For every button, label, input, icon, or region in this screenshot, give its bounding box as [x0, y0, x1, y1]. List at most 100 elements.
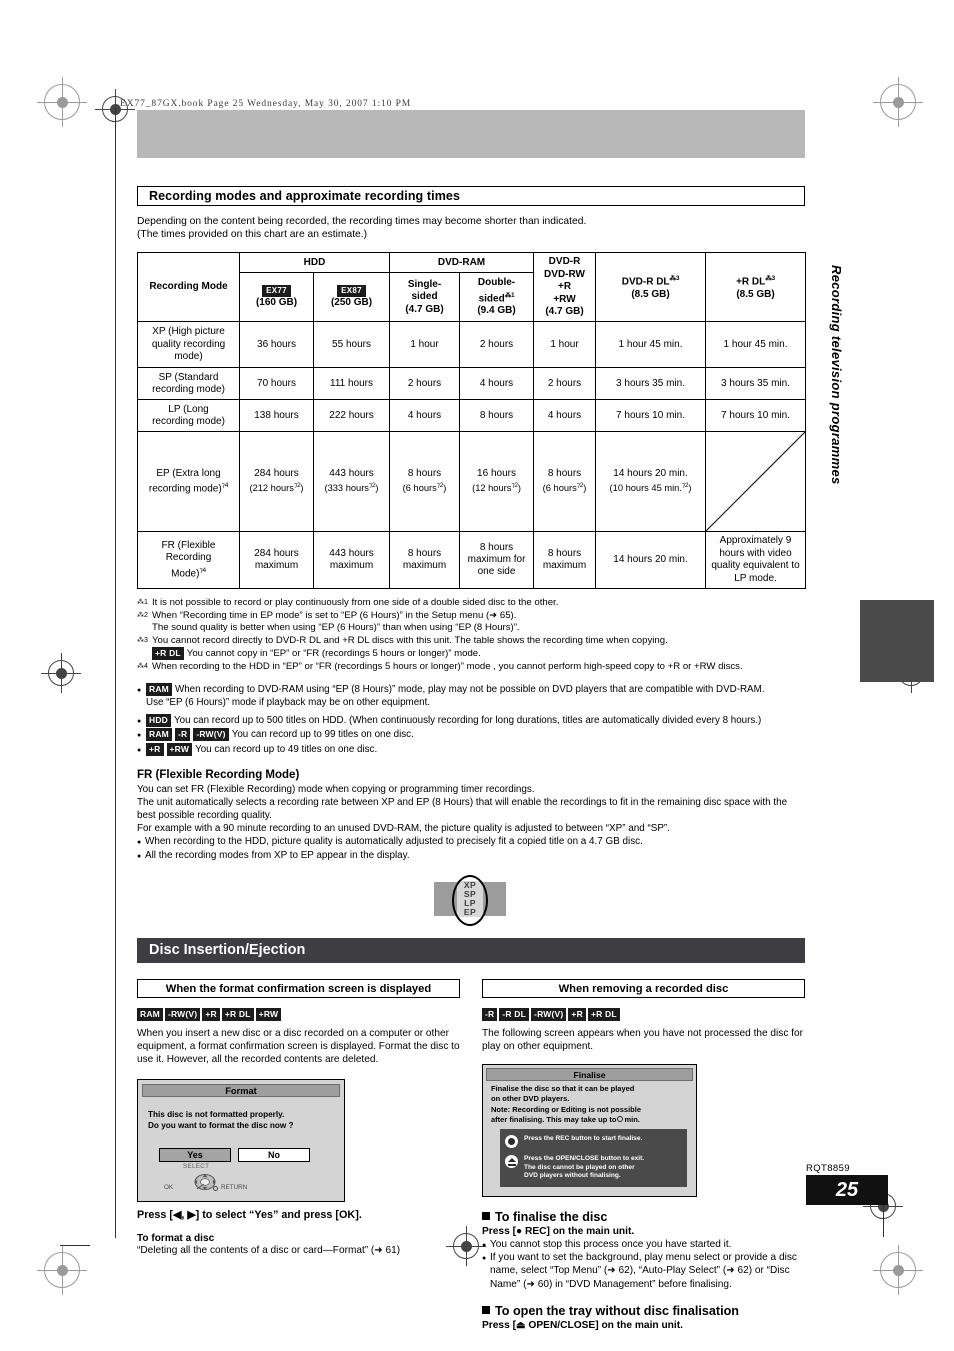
footnote-3-mark: ⁂3 [137, 636, 148, 644]
yes-button[interactable]: Yes [159, 1148, 231, 1163]
footnote-1-text: It is not possible to record or play con… [152, 597, 559, 609]
header-plus-r-dl-cap: (8.5 GB) [736, 289, 775, 301]
bullet-note-hdd: ● HDD You can record up to 500 titles on … [137, 714, 805, 728]
minus-rw-v-chip: -RW(V) [531, 1007, 567, 1021]
ok-label: OK [164, 1184, 174, 1192]
page-number: 25 [806, 1175, 888, 1205]
header-dvd-r-dl: DVD-R DL⁂3 (8.5 GB) [595, 252, 707, 323]
mode-line: recording mode) [152, 415, 225, 427]
table-cell: 1 hour 45 min. [595, 321, 707, 369]
cell-footnote-mark: ⁊2 [368, 482, 376, 490]
table-cell: 7 hours 10 min. [705, 399, 807, 433]
to-open-tray-press-instruction: Press [⏏ OPEN/CLOSE] on the main unit. [482, 1319, 683, 1331]
cell-note: (212 hours⁊2) [249, 482, 304, 494]
to-finalise-press-instruction: Press [● REC] on the main unit. [482, 1225, 635, 1237]
footnote-1: ⁂1 It is not possible to record or play … [137, 597, 805, 610]
table-header-row-1: Recording Mode HDD DVD-RAM DVD-R DVD-RW … [137, 252, 807, 323]
table-body: XP (High picture quality recording mode) 36… [137, 321, 807, 590]
cell-main: 284 hours [254, 467, 299, 479]
footnote-1-mark: ⁂1 [137, 599, 148, 607]
rec-button-icon [505, 1135, 518, 1149]
cell-note: (6 hours⁊2) [542, 482, 587, 494]
cell-main: 8 hours [547, 467, 582, 479]
cell-footnote-mark: ⁊2 [293, 482, 301, 490]
double-sided-sup: ⁂1 [504, 291, 515, 299]
mode-line: XP (High picture [152, 326, 225, 338]
minus-r-chip: -R [174, 728, 191, 742]
finalise-dialog-mock: Finalise Finalise the disc so that it ca… [482, 1064, 697, 1197]
table-cell: Approximately 9 hours with video quality… [705, 531, 807, 590]
bullet-dot-icon: ● [137, 686, 142, 694]
fr-line-2: The unit automatically selects a recordi… [137, 797, 788, 822]
table-cell: 7 hours 10 min. [595, 399, 707, 433]
footnote-4-mark: ⁂4 [137, 663, 148, 671]
callout-oval-icon [452, 874, 488, 926]
table-cell: 284 hours maximum [239, 531, 314, 590]
finalise-eject-l3: DVD players without finalising. [524, 1172, 621, 1180]
intro-line-1: Depending on the content being recorded,… [137, 216, 587, 227]
header-dvd-r-dl-label: DVD-R DL [621, 276, 670, 288]
header-plus-r-dl-label: +R DL [736, 276, 766, 288]
mode-line: LP (Long [168, 403, 209, 415]
finalise-bullet-1-text: You cannot stop this process once you ha… [490, 1238, 732, 1250]
registration-mark-top-right [873, 77, 923, 127]
mode-line: Recording [165, 552, 212, 564]
footnote-3-chip-text: You cannot copy in “EP” or “FR (recordin… [186, 648, 481, 660]
intro-line-2: (The times provided on this chart are an… [137, 229, 368, 241]
header-dvd-r-group: DVD-R DVD-RW +R +RW (4.7 GB) [533, 252, 597, 323]
footnotes: ⁂1 It is not possible to record or play … [137, 597, 805, 674]
mode-line: quality recording [151, 338, 226, 350]
right-column: When removing a recorded disc -R -R DL -RW… [482, 978, 805, 1331]
ex87-capacity: (250 GB) [330, 297, 373, 309]
table-cell: 111 hours [312, 367, 391, 401]
fr-bullet-2-text: All the recording modes from XP to EP ap… [145, 849, 410, 861]
header-dvd-r-l4: +RW [553, 293, 576, 305]
finalise-eject-text: Press the OPEN/CLOSE button to exit. The… [524, 1155, 644, 1181]
mode-line: FR (Flexible [161, 539, 216, 551]
finalise-instruction-box: Press the REC button to start finalise. … [500, 1129, 687, 1187]
table-row: SP (Standard recording mode) 70 hours 111 h… [137, 367, 807, 401]
header-recording-mode: Recording Mode [137, 252, 240, 323]
table-row: EP (Extra long recording mode)⁊4 284 hours… [137, 431, 807, 533]
double-sided-l3: (9.4 GB) [477, 305, 516, 317]
plus-r-dl-chip: +R DL [152, 647, 184, 661]
plus-rw-chip: +RW [166, 742, 193, 756]
registration-mark-mid-left [41, 653, 81, 693]
mode-footnote-mark: ⁊4 [199, 566, 206, 574]
table-cell: 2 hours [459, 321, 535, 369]
format-dialog-title: Format [142, 1084, 340, 1098]
fr-mode-body: You can set FR (Flexible Recording) mode… [137, 783, 805, 862]
footnote-2-text-2: The sound quality is better when using “… [152, 622, 520, 634]
table-cell: 2 hours [533, 367, 597, 401]
fr-line-3: For example with a 90 minute recording t… [137, 823, 670, 835]
registration-mark-bottom-left [37, 1245, 87, 1295]
table-cell: 3 hours 35 min. [705, 367, 807, 401]
double-sided-l2: sided [478, 292, 505, 304]
left-chip-row: RAM -RW(V) +R +R DL +RW [137, 1006, 460, 1024]
right-chip-row: -R -R DL -RW(V) +R +R DL [482, 1006, 805, 1024]
plus-r-chip: +R [568, 1007, 586, 1021]
bullet-note-ram-text: When recording to DVD-RAM using “EP (8 H… [174, 683, 765, 695]
cell-main: 14 hours 20 min. [613, 467, 688, 479]
table-cell: 138 hours [239, 399, 314, 433]
table-cell: 443 hours (333 hours⁊2) [312, 431, 391, 533]
minus-rw-v-chip: -RW(V) [164, 1007, 201, 1021]
bullet-note-ram-text2: Use “EP (6 Hours)” mode if playback may … [146, 696, 431, 708]
format-dialog-buttons: Yes No [159, 1148, 340, 1163]
table-cell: 284 hours (212 hours⁊2) [239, 431, 314, 533]
footnote-2-mark: ⁂2 [137, 611, 148, 619]
table-row: FR (Flexible Recording Mode)⁊4 284 hours ma… [137, 531, 807, 590]
minus-rw-v-chip: -RW(V) [193, 728, 229, 742]
left-box-heading: When the format confirmation screen is d… [137, 978, 460, 998]
right-box-heading: When removing a recorded disc [482, 978, 805, 998]
header-dvd-r-l1: DVD-R [548, 256, 581, 268]
header-dvd-r-l2: DVD-RW [544, 268, 585, 280]
square-bullet-icon [482, 1211, 490, 1220]
no-button[interactable]: No [238, 1148, 310, 1163]
ram-chip: RAM [146, 728, 172, 742]
fr-bullet-2: ● All the recording modes from XP to EP … [137, 849, 805, 862]
header-double-sided: Double- sided⁂1 (9.4 GB) [459, 272, 535, 323]
table-cell: 8 hours (6 hours⁊2) [389, 431, 461, 533]
cell-main: 16 hours [477, 467, 516, 479]
plus-r-chip: +R [146, 742, 164, 756]
